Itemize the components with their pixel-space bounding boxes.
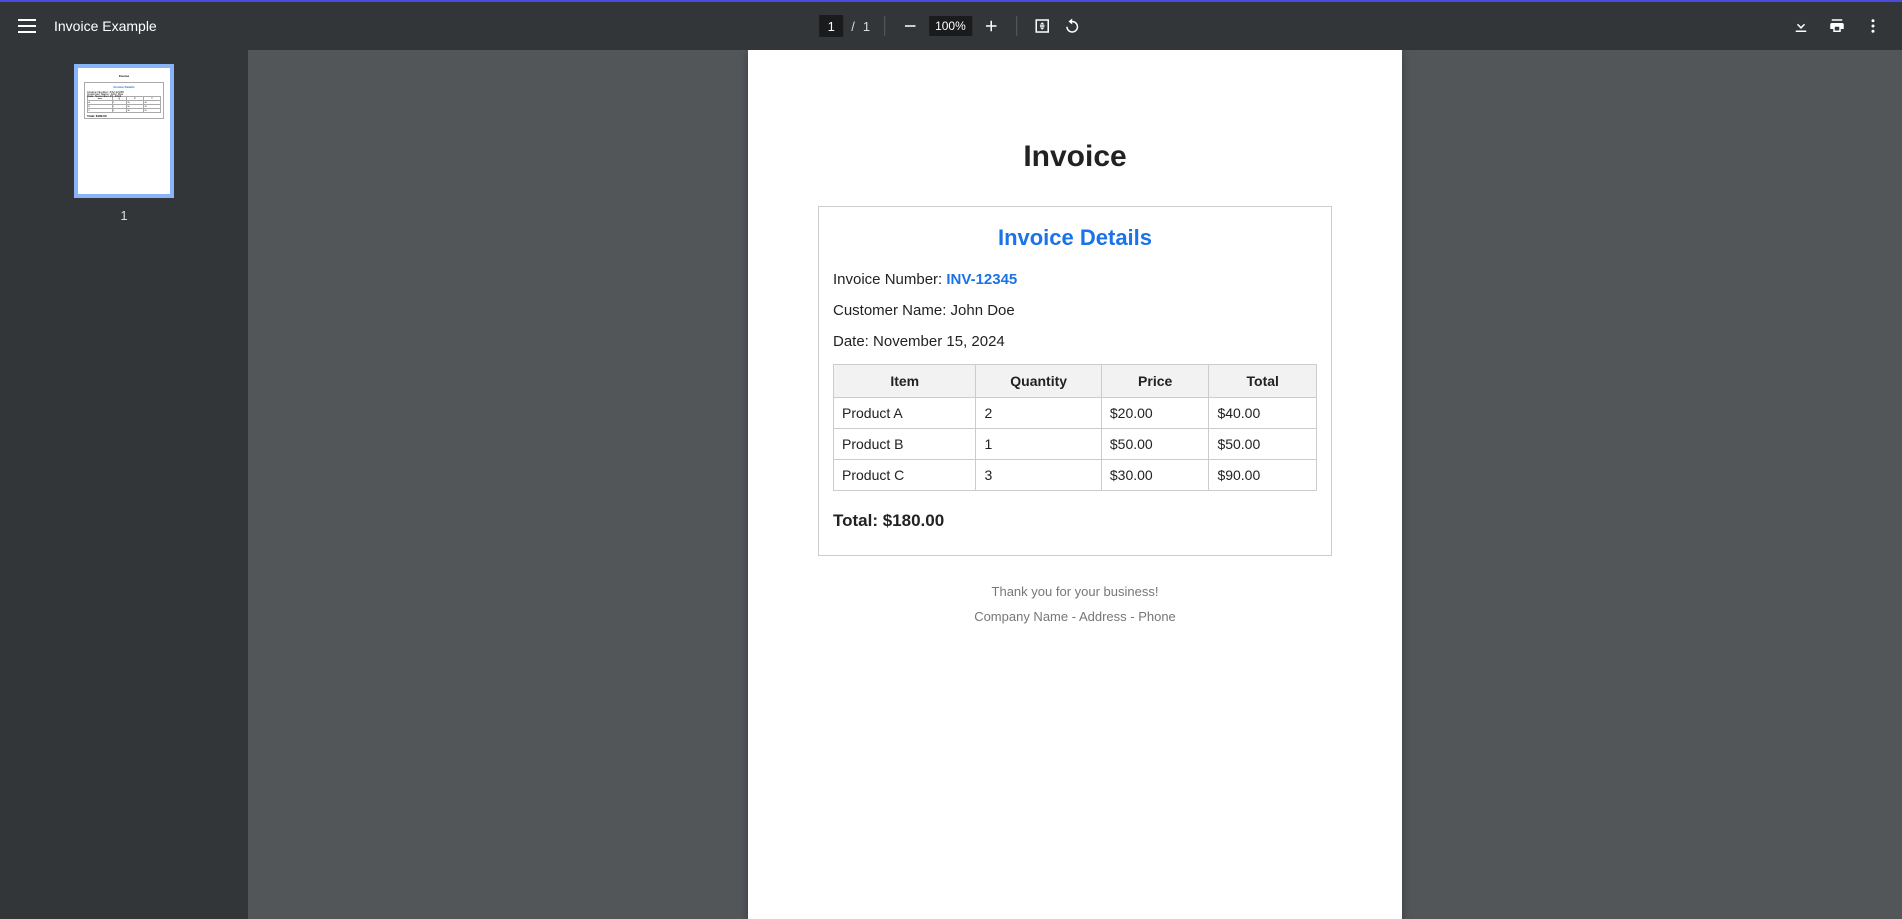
zoom-out-button[interactable] <box>899 15 921 37</box>
col-item: Item <box>834 365 976 398</box>
invoice-number-value: INV-12345 <box>946 271 1017 288</box>
customer-name-line: Customer Name: John Doe <box>833 302 1317 319</box>
cell-total: $90.00 <box>1209 460 1317 491</box>
pdf-viewport[interactable]: Invoice Invoice Details Invoice Number: … <box>248 50 1902 919</box>
toolbar-separator <box>884 16 885 36</box>
table-row: Product B 1 $50.00 $50.00 <box>834 429 1317 460</box>
thumbnail-sidebar: Invoice Invoice Details Invoice Number: … <box>0 50 248 919</box>
page-thumbnail[interactable]: Invoice Invoice Details Invoice Number: … <box>74 64 174 198</box>
pdf-toolbar: Invoice Example / 1 100% <box>0 2 1902 50</box>
invoice-subheading: Invoice Details <box>833 225 1317 251</box>
cell-qty: 2 <box>976 398 1101 429</box>
page-separator: / <box>851 19 855 34</box>
page-total: 1 <box>863 19 870 34</box>
cell-qty: 3 <box>976 460 1101 491</box>
cell-price: $50.00 <box>1101 429 1209 460</box>
invoice-number-line: Invoice Number: INV-12345 <box>833 271 1317 288</box>
menu-icon[interactable] <box>18 19 36 33</box>
thumbnail-page-number: 1 <box>120 208 127 223</box>
col-total: Total <box>1209 365 1317 398</box>
print-button[interactable] <box>1826 15 1848 37</box>
cell-total: $50.00 <box>1209 429 1317 460</box>
fit-page-button[interactable] <box>1031 15 1053 37</box>
footer-company: Company Name - Address - Phone <box>818 609 1332 624</box>
download-button[interactable] <box>1790 15 1812 37</box>
page-number-input[interactable] <box>819 15 843 37</box>
zoom-level[interactable]: 100% <box>929 16 972 36</box>
more-options-button[interactable] <box>1862 15 1884 37</box>
invoice-footer: Thank you for your business! Company Nam… <box>818 584 1332 624</box>
col-price: Price <box>1101 365 1209 398</box>
rotate-button[interactable] <box>1061 15 1083 37</box>
document-title: Invoice Example <box>54 18 157 34</box>
invoice-details-box: Invoice Details Invoice Number: INV-1234… <box>818 206 1332 556</box>
table-row: Product A 2 $20.00 $40.00 <box>834 398 1317 429</box>
invoice-heading: Invoice <box>818 140 1332 174</box>
cell-item: Product B <box>834 429 976 460</box>
cell-item: Product C <box>834 460 976 491</box>
thumbnail-item[interactable]: Invoice Invoice Details Invoice Number: … <box>74 64 174 223</box>
zoom-in-button[interactable] <box>980 15 1002 37</box>
pdf-page: Invoice Invoice Details Invoice Number: … <box>748 50 1402 919</box>
cell-price: $20.00 <box>1101 398 1209 429</box>
invoice-date-line: Date: November 15, 2024 <box>833 333 1317 350</box>
invoice-number-label: Invoice Number: <box>833 271 946 288</box>
invoice-total: Total: $180.00 <box>833 511 1317 531</box>
col-qty: Quantity <box>976 365 1101 398</box>
cell-total: $40.00 <box>1209 398 1317 429</box>
table-row: Product C 3 $30.00 $90.00 <box>834 460 1317 491</box>
cell-price: $30.00 <box>1101 460 1209 491</box>
toolbar-separator <box>1016 16 1017 36</box>
cell-qty: 1 <box>976 429 1101 460</box>
cell-item: Product A <box>834 398 976 429</box>
line-items-table: Item Quantity Price Total Product A 2 $2… <box>833 364 1317 491</box>
table-header-row: Item Quantity Price Total <box>834 365 1317 398</box>
footer-thanks: Thank you for your business! <box>818 584 1332 599</box>
